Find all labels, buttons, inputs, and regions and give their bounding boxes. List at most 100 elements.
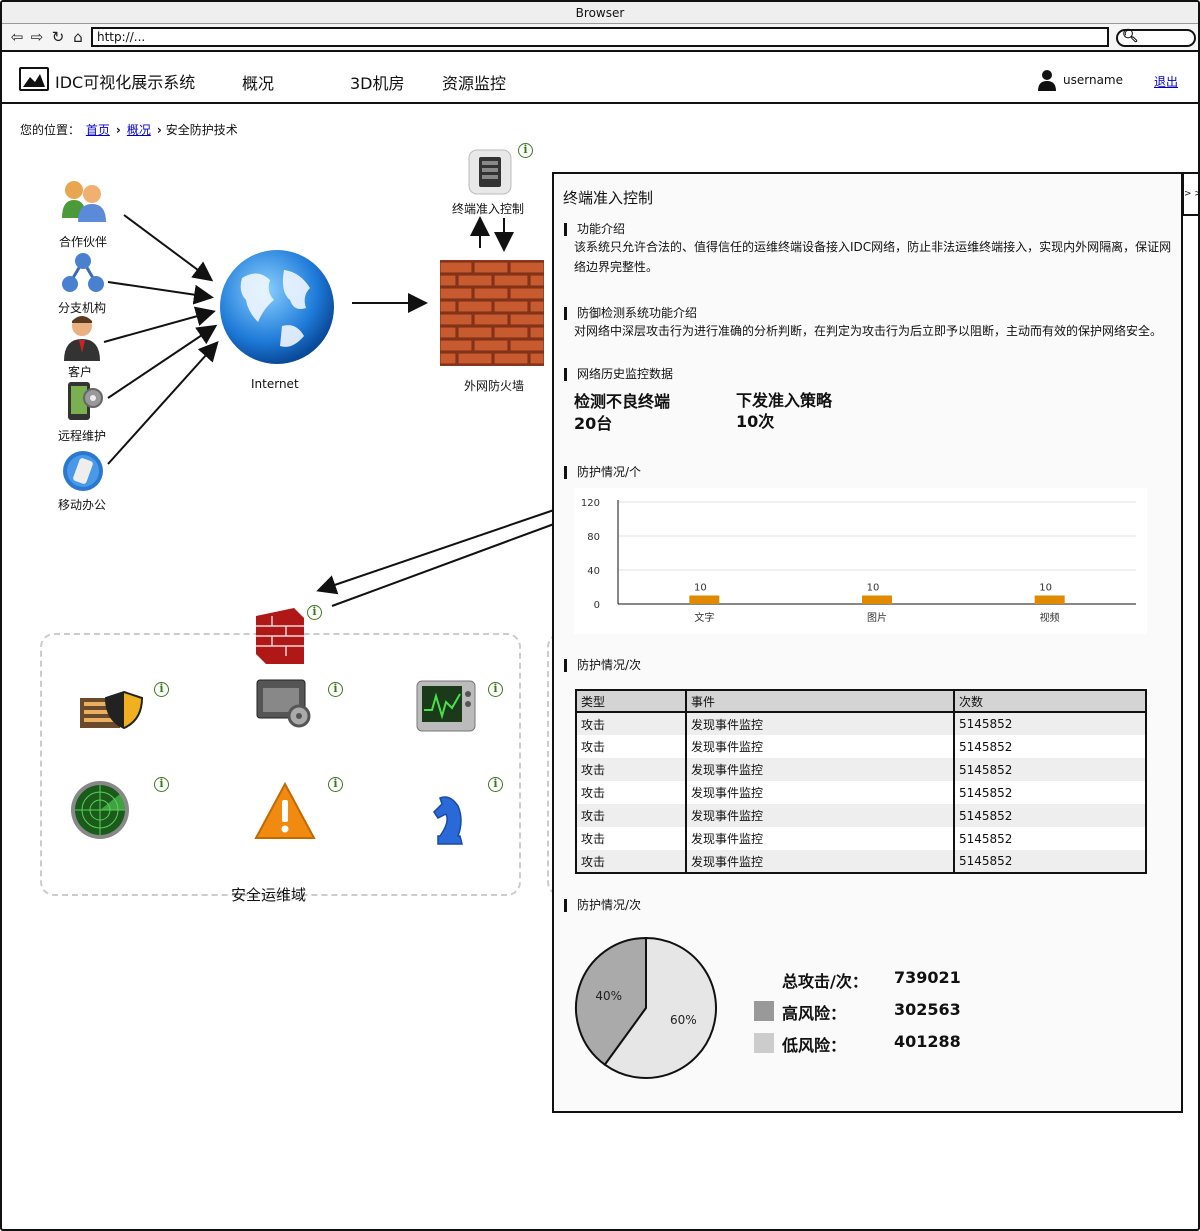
- table-cell-type: 攻击: [576, 735, 687, 758]
- info-icon[interactable]: i: [328, 777, 343, 792]
- remote-maintenance-icon: [68, 382, 103, 420]
- monitor-waveform-icon[interactable]: [416, 680, 476, 732]
- info-icon[interactable]: i: [328, 682, 343, 697]
- table-row: 攻击 发现事件监控 5145852: [576, 850, 1146, 873]
- terminal-access-icon[interactable]: [468, 149, 512, 195]
- table-header-event: 事件: [686, 690, 955, 713]
- info-icon[interactable]: i: [154, 777, 169, 792]
- table-row: 攻击 发现事件监控 5145852: [576, 735, 1146, 758]
- table-row: 攻击 发现事件监控 5145852: [576, 804, 1146, 827]
- table-cell-count: 5145852: [954, 781, 1146, 804]
- table-cell-type: 攻击: [576, 850, 687, 873]
- table-header-type: 类型: [576, 690, 687, 713]
- bar-chart-container: 0 40 80 120 10 文字 10 图片 10 视频: [574, 488, 1147, 634]
- bar-chart: 0 40 80 120 10 文字 10 图片 10 视频: [581, 498, 1136, 624]
- label-customer: 客户: [68, 365, 93, 379]
- label-terminal-access: 终端准入控制: [452, 202, 525, 216]
- panel-title: 终端准入控制: [563, 189, 654, 207]
- stat-bad-terminals-label: 检测不良终端: [574, 392, 671, 411]
- y-tick-label: 0: [594, 600, 600, 611]
- branch-icon: [62, 253, 104, 292]
- bar: [1034, 595, 1065, 604]
- label-firewall: 外网防火墙: [464, 379, 525, 393]
- table-cell-type: 攻击: [576, 758, 687, 781]
- total-attacks-label: 总攻击/次：: [782, 972, 868, 991]
- protection-table: 类型 事件 次数 攻击 发现事件监控 5145852 攻击 发现事件监控 5145852…: [575, 689, 1147, 874]
- pie-chart: 40% 60%: [575, 936, 717, 1079]
- mobile-office-icon: [63, 451, 103, 491]
- x-tick-label: 视频: [1040, 611, 1060, 624]
- table-cell-event: 发现事件监控: [686, 712, 955, 735]
- table-cell-type: 攻击: [576, 781, 687, 804]
- table-cell-event: 发现事件监控: [686, 781, 955, 804]
- section-title-table: 防护情况/次: [564, 659, 641, 672]
- table-row: 攻击 发现事件监控 5145852: [576, 758, 1146, 781]
- info-icon[interactable]: i: [154, 682, 169, 697]
- table-cell-count: 5145852: [954, 804, 1146, 827]
- small-firewall-icon[interactable]: [252, 608, 314, 666]
- info-icon[interactable]: i: [488, 777, 503, 792]
- low-risk-value: 401288: [894, 1032, 961, 1051]
- stat-bad-terminals-value: 20台: [574, 414, 613, 433]
- table-cell-type: 攻击: [576, 804, 687, 827]
- x-tick-label: 文字: [694, 611, 714, 624]
- radar-icon[interactable]: [70, 780, 130, 840]
- label-internet: Internet: [251, 377, 299, 391]
- table-cell-event: 发现事件监控: [686, 804, 955, 827]
- secure-server-icon[interactable]: [78, 684, 144, 730]
- x-tick-label: 图片: [867, 611, 887, 624]
- domain-label: 安全运维域: [231, 886, 307, 904]
- browser-window: Browser ⇦ ⇨ ↻ ⌂ http://... 🔍︎ IDC可视化展示系统…: [0, 0, 1200, 1231]
- low-risk-label: 低风险：: [782, 1036, 847, 1055]
- stat-policies-label: 下发准入策略: [736, 391, 833, 410]
- legend-high-risk-swatch: [754, 1001, 774, 1021]
- table-cell-type: 攻击: [576, 827, 687, 850]
- info-icon[interactable]: i: [307, 605, 322, 620]
- section-title-history: 网络历史监控数据: [564, 368, 673, 381]
- info-icon[interactable]: i: [488, 682, 503, 697]
- firewall-icon: [440, 260, 544, 366]
- table-cell-event: 发现事件监控: [686, 850, 955, 873]
- feature-description: 该系统只允许合法的、值得信任的运维终端设备接入IDC网络，防止非法运维终端接入，…: [574, 240, 1172, 274]
- table-cell-event: 发现事件监控: [686, 758, 955, 781]
- pie-label: 60%: [670, 1013, 697, 1027]
- section-title-chart: 防护情况/个: [564, 466, 641, 479]
- label-mobile-office: 移动办公: [58, 498, 107, 512]
- total-attacks-value: 739021: [894, 968, 961, 987]
- table-cell-count: 5145852: [954, 827, 1146, 850]
- data-label: 10: [1039, 583, 1052, 594]
- section-title-defense: 防御检测系统功能介绍: [564, 307, 697, 320]
- data-label: 10: [867, 583, 880, 594]
- high-risk-value: 302563: [894, 1000, 961, 1019]
- y-tick-label: 40: [587, 566, 600, 577]
- stat-policies-value: 10次: [736, 412, 775, 431]
- window-settings-icon[interactable]: [255, 678, 315, 730]
- table-cell-event: 发现事件监控: [686, 827, 955, 850]
- table-cell-count: 5145852: [954, 758, 1146, 781]
- defense-description: 对网络中深层攻击行为进行准确的分析判断，在判定为攻击行为后立即予以阻断，主动而有…: [574, 324, 1163, 338]
- table-cell-type: 攻击: [576, 712, 687, 735]
- section-title-feature: 功能介绍: [564, 223, 625, 236]
- partner-icon: [62, 181, 106, 222]
- high-risk-label: 高风险：: [782, 1004, 847, 1023]
- bar: [689, 595, 720, 604]
- legend-low-risk-swatch: [754, 1033, 774, 1053]
- security-domain-box: [40, 633, 521, 896]
- table-header-count: 次数: [954, 690, 1146, 713]
- warning-icon[interactable]: [254, 782, 316, 840]
- info-icon[interactable]: i: [518, 143, 533, 158]
- section-title-pie: 防护情况/次: [564, 899, 641, 912]
- label-partner: 合作伙伴: [59, 235, 108, 249]
- data-label: 10: [694, 583, 707, 594]
- y-tick-label: 80: [587, 532, 600, 543]
- table-cell-count: 5145852: [954, 735, 1146, 758]
- y-tick-label: 120: [581, 498, 600, 509]
- table-cell-count: 5145852: [954, 712, 1146, 735]
- table-row: 攻击 发现事件监控 5145852: [576, 781, 1146, 804]
- chess-knight-icon[interactable]: [430, 790, 470, 848]
- customer-icon: [64, 316, 100, 361]
- globe-icon: [220, 250, 334, 364]
- panel-collapse-button[interactable]: > >: [1182, 172, 1198, 216]
- pie-label: 40%: [595, 989, 622, 1003]
- detail-panel: 终端准入控制 功能介绍 该系统只允许合法的、值得信任的运维终端设备接入IDC网络…: [552, 172, 1183, 1113]
